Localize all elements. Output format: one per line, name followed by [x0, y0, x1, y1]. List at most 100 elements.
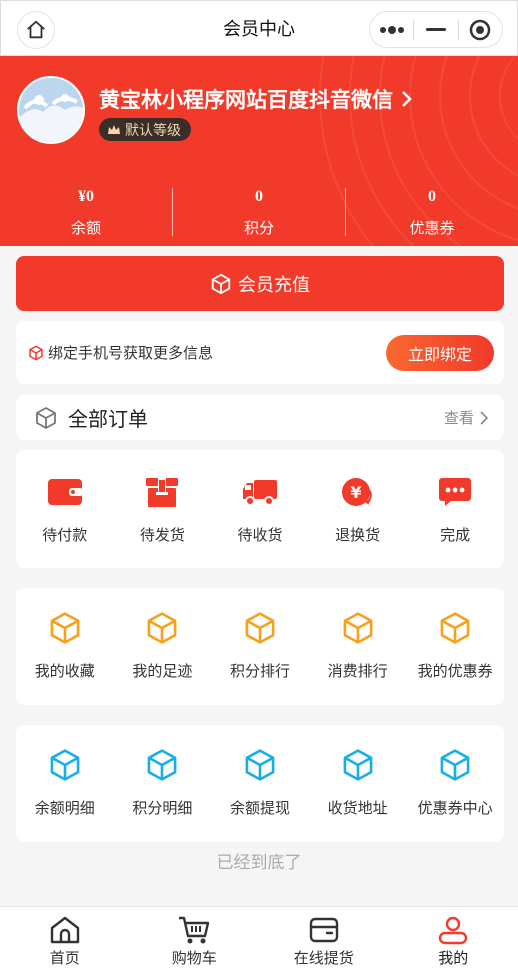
- cube-icon: [342, 747, 374, 783]
- end-of-list-tip: 已经到底了: [216, 853, 302, 872]
- tab-label: 首页: [49, 950, 80, 967]
- cube-icon: [439, 747, 471, 783]
- grid-label: 优惠券中心: [417, 800, 493, 817]
- cube-icon: [49, 747, 81, 783]
- tab-label: 在线提货: [293, 950, 354, 967]
- refund-icon: ¥: [341, 474, 375, 510]
- bind-phone-card: 绑定手机号获取更多信息 立即绑定: [16, 321, 504, 384]
- profile-header: 黄宝林小程序网站百度抖音微信 默认等级 ¥0 余额 0 积分 0 优惠券: [0, 56, 518, 246]
- grid-label: 待收货: [237, 527, 283, 544]
- cube-icon: [244, 747, 276, 783]
- orders-header: 全部订单 查看: [16, 395, 504, 440]
- stat-coupons[interactable]: 0 优惠券: [346, 186, 518, 238]
- balance-details[interactable]: 余额明细: [16, 747, 114, 842]
- grid-label: 完成: [440, 527, 471, 544]
- minus-icon: [425, 27, 446, 31]
- home-button[interactable]: [17, 11, 55, 49]
- grid-label: 我的足迹: [132, 663, 193, 680]
- user-name-text: 黄宝林小程序网站百度抖音微信: [99, 89, 393, 112]
- my-footprints[interactable]: 我的足迹: [114, 610, 212, 705]
- tab-cart[interactable]: 购物车: [130, 907, 260, 975]
- more-button[interactable]: [370, 12, 413, 47]
- my-favorites[interactable]: 我的收藏: [16, 610, 114, 705]
- mini-program-capsule: [369, 11, 503, 48]
- stat-label: 余额: [70, 220, 101, 237]
- my-coupons[interactable]: 我的优惠券: [406, 610, 504, 705]
- cube-icon: [342, 610, 374, 646]
- user-icon: [439, 916, 468, 945]
- more-dots-icon: [379, 25, 404, 34]
- cart-icon: [179, 916, 210, 944]
- order-refund-exchange[interactable]: ¥ 退换货: [309, 474, 407, 568]
- grid-label: 余额明细: [34, 800, 95, 817]
- stat-value: ¥0: [78, 187, 94, 205]
- points-details[interactable]: 积分明细: [114, 747, 212, 842]
- order-completed[interactable]: 完成: [406, 474, 504, 568]
- grid-label: 余额提现: [229, 800, 290, 817]
- minimize-button[interactable]: [414, 12, 457, 47]
- stat-balance[interactable]: ¥0 余额: [0, 186, 172, 238]
- chat-icon: [438, 474, 472, 510]
- order-status-grid: 待付款 待发货 待收货 ¥ 退换货 完成: [16, 450, 504, 568]
- user-name[interactable]: 黄宝林小程序网站百度抖音微信: [99, 84, 413, 114]
- stat-label: 积分: [243, 220, 274, 237]
- cube-icon: [210, 273, 232, 295]
- cube-icon: [146, 610, 178, 646]
- stat-points[interactable]: 0 积分: [173, 186, 345, 238]
- grid-label: 退换货: [335, 527, 381, 544]
- spending-ranking[interactable]: 消费排行: [309, 610, 407, 705]
- grid-label: 我的优惠券: [417, 663, 493, 680]
- svg-text:¥: ¥: [350, 483, 361, 502]
- home-icon: [27, 20, 45, 39]
- finance-grid: 余额明细 积分明细 余额提现 收货地址 优惠券中心: [16, 725, 504, 842]
- tab-label: 我的: [438, 950, 469, 967]
- chevron-right-icon: [401, 90, 413, 108]
- points-ranking[interactable]: 积分排行: [211, 610, 309, 705]
- tab-home[interactable]: 首页: [0, 907, 130, 975]
- bind-phone-text: 绑定手机号获取更多信息: [48, 345, 214, 362]
- wallet-icon: [47, 474, 83, 510]
- grid-label: 待付款: [42, 527, 88, 544]
- cube-icon: [49, 610, 81, 646]
- grid-label: 积分明细: [132, 800, 193, 817]
- grid-label: 收货地址: [327, 800, 388, 817]
- tab-label: 购物车: [171, 950, 217, 967]
- grid-label: 待发货: [139, 527, 185, 544]
- view-all-orders-link[interactable]: 查看: [444, 407, 488, 428]
- balance-withdraw[interactable]: 余额提现: [211, 747, 309, 842]
- recharge-label: 会员充值: [238, 274, 310, 295]
- stat-value: 0: [428, 187, 436, 205]
- tab-pickup[interactable]: 在线提货: [259, 907, 389, 975]
- coupon-center[interactable]: 优惠券中心: [406, 747, 504, 842]
- account-stats: ¥0 余额 0 积分 0 优惠券: [0, 186, 518, 238]
- recharge-button[interactable]: 会员充值: [16, 256, 504, 311]
- shipping-address[interactable]: 收货地址: [309, 747, 407, 842]
- tab-mine[interactable]: 我的: [389, 907, 518, 975]
- cube-icon: [244, 610, 276, 646]
- stat-label: 优惠券: [409, 220, 455, 237]
- home-icon: [50, 916, 79, 944]
- orders-title: 全部订单: [68, 409, 148, 431]
- view-label: 查看: [443, 410, 474, 427]
- level-label: 默认等级: [125, 121, 181, 138]
- bind-now-button[interactable]: 立即绑定: [386, 335, 494, 371]
- crown-icon: [107, 124, 121, 136]
- cube-icon: [28, 345, 44, 361]
- avatar-image: [19, 78, 83, 142]
- tab-bar: 首页 购物车 在线提货 我的: [0, 906, 518, 975]
- grid-label: 消费排行: [327, 663, 388, 680]
- cube-icon: [146, 747, 178, 783]
- wallet-icon: [309, 917, 338, 943]
- cube-icon: [36, 406, 56, 429]
- close-button[interactable]: [459, 12, 502, 47]
- target-icon: [470, 19, 491, 40]
- order-pending-shipment[interactable]: 待发货: [114, 474, 212, 568]
- order-pending-payment[interactable]: 待付款: [16, 474, 114, 568]
- stat-value: 0: [255, 187, 263, 205]
- page-title: 会员中心: [223, 19, 295, 39]
- order-pending-receipt[interactable]: 待收货: [211, 474, 309, 568]
- level-badge: 默认等级: [99, 118, 191, 141]
- grid-label: 积分排行: [229, 663, 290, 680]
- avatar[interactable]: [17, 76, 85, 144]
- box-icon: [145, 474, 179, 510]
